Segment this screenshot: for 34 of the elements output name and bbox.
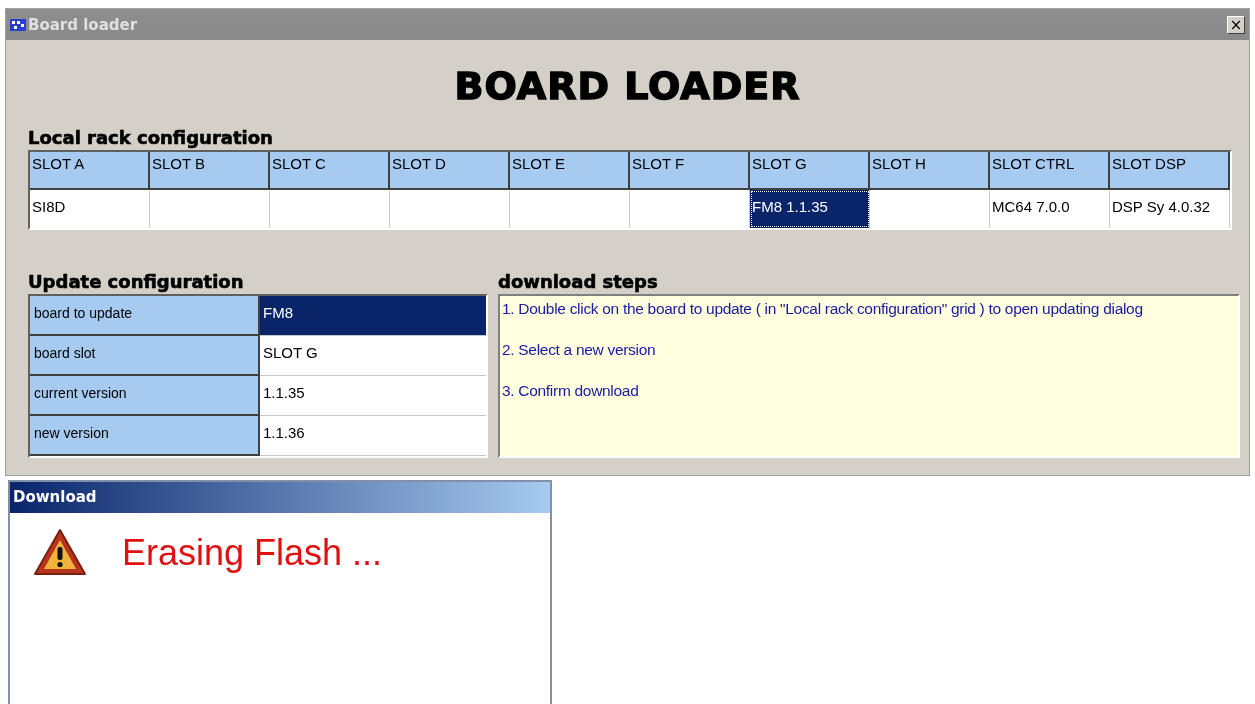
row-label: current version: [30, 376, 260, 416]
column-header: SLOT B: [150, 152, 270, 190]
dialog-title: Download: [10, 482, 550, 513]
section-title: Update configuration: [28, 270, 245, 294]
grid-cell[interactable]: 1.1.36: [260, 416, 486, 456]
grid-cell[interactable]: FM8: [260, 296, 486, 336]
row-label: new version: [30, 416, 260, 456]
column-header: SLOT D: [390, 152, 510, 190]
grid-cell[interactable]: MC64 7.0.0: [990, 190, 1110, 228]
close-button[interactable]: ×: [1227, 15, 1245, 34]
column-header: SLOT CTRL: [990, 152, 1110, 190]
row-label: board slot: [30, 336, 260, 376]
step-text: 3. Confirm download: [502, 382, 640, 401]
grid-cell[interactable]: DSP Sy 4.0.32: [1110, 190, 1230, 228]
grid-cell[interactable]: FM8 1.1.35: [750, 190, 870, 228]
step-text: 1. Double click on the board to update ( in "Local rack configuration" grid ) to open updating dialog: [502, 300, 1144, 319]
app-icon: [10, 17, 26, 32]
step-text: 2. Select a new version: [502, 341, 657, 360]
column-header: SLOT E: [510, 152, 630, 190]
column-header: SLOT DSP: [1110, 152, 1230, 190]
column-header: SLOT H: [870, 152, 990, 190]
column-header: SLOT F: [630, 152, 750, 190]
window-title: Board loader: [28, 15, 138, 34]
grid-cell[interactable]: SI8D: [30, 190, 150, 228]
status-message: Erasing Flash ...: [122, 532, 383, 574]
section-title: Local rack configuration: [28, 126, 274, 150]
app-heading: BOARD LOADER: [453, 64, 802, 110]
column-header: SLOT G: [750, 152, 870, 190]
grid-cell[interactable]: 1.1.35: [260, 376, 486, 416]
grid-cell[interactable]: SLOT G: [260, 336, 486, 376]
column-header: SLOT C: [270, 152, 390, 190]
column-header: SLOT A: [30, 152, 150, 190]
section-title: download steps: [498, 270, 659, 294]
row-label: board to update: [30, 296, 260, 336]
